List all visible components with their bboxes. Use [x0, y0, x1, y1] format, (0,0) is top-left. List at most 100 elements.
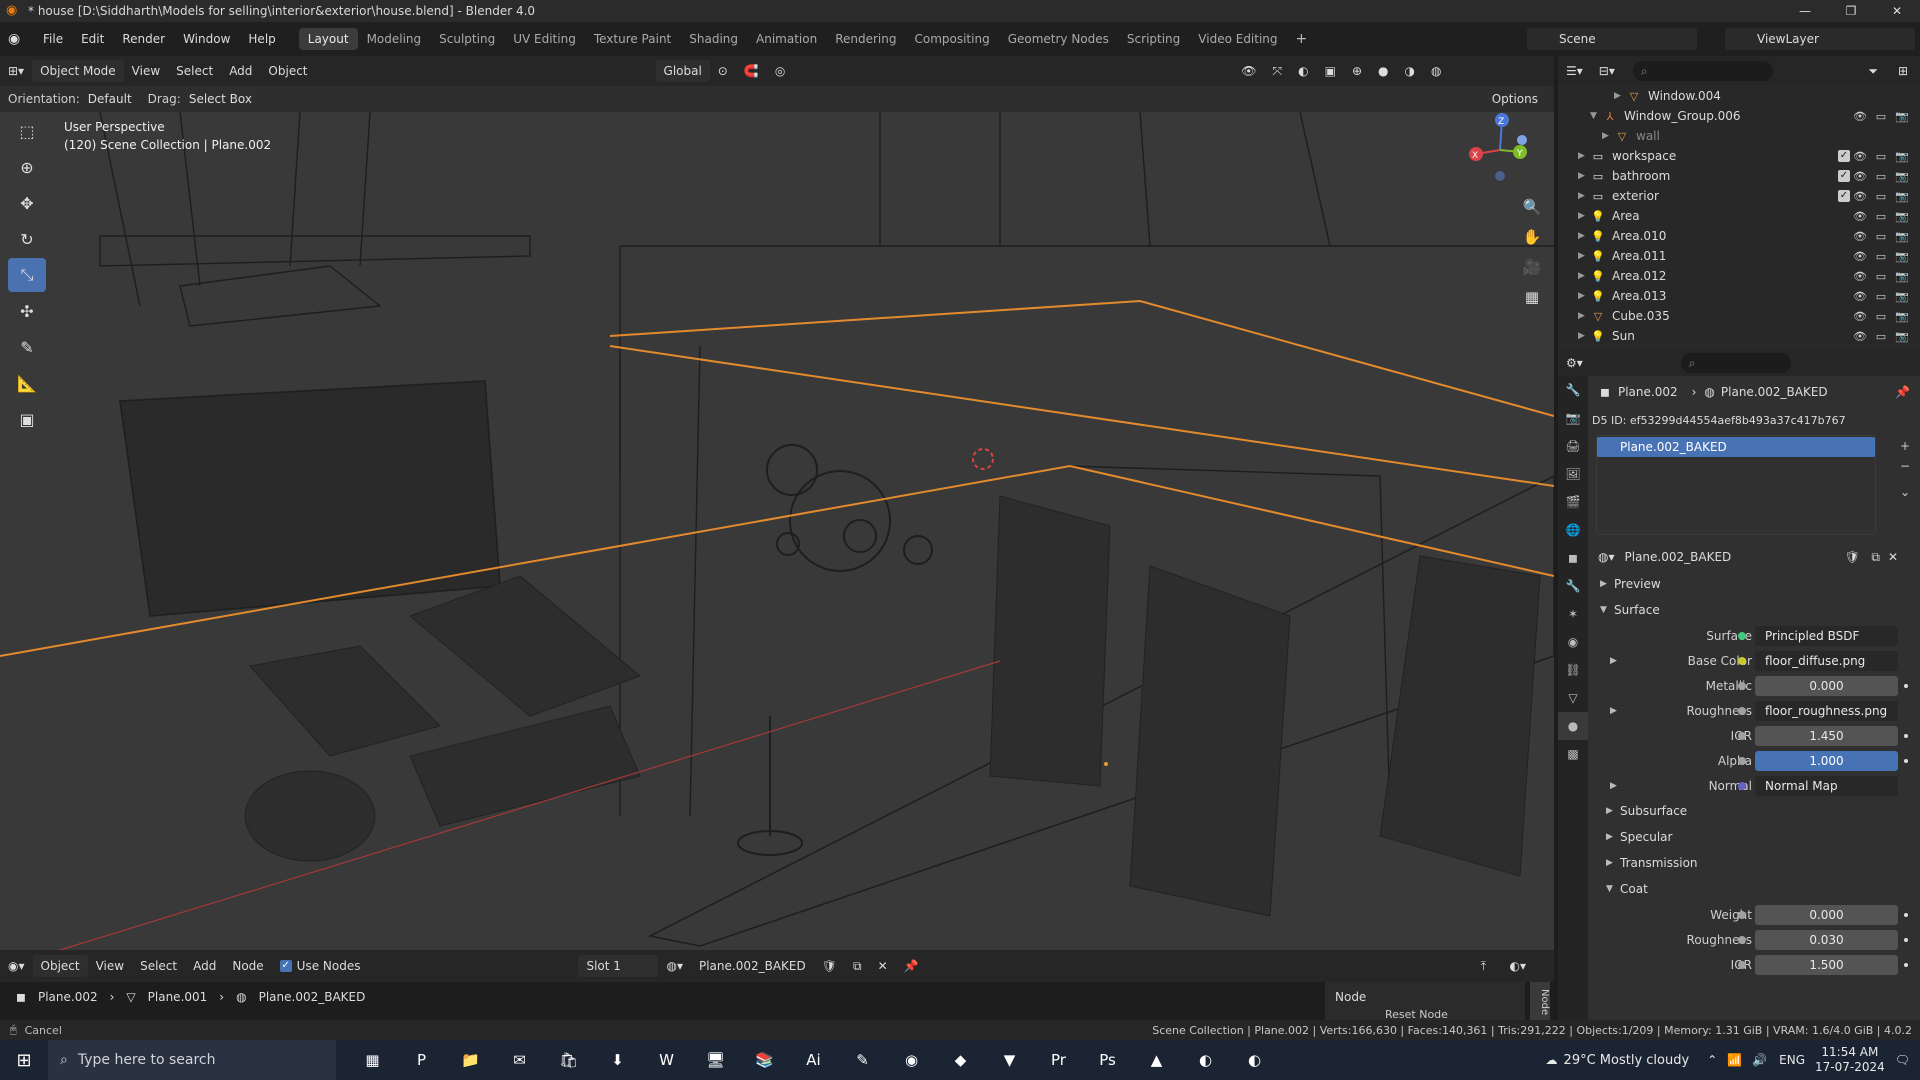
slot-dropdown[interactable]: Slot 1	[578, 955, 659, 977]
keyframe-dot-icon[interactable]	[1904, 912, 1908, 917]
taskbar-app-icon[interactable]: 🖥	[691, 1040, 740, 1080]
subsection-header[interactable]: ▶ Transmission	[1592, 850, 1920, 876]
shader-editor-type-icon[interactable]: ◉▾	[0, 955, 33, 977]
visibility-eye-icon[interactable]: 👁	[1852, 190, 1868, 203]
subsection-header[interactable]: ▶ Subsurface	[1592, 798, 1920, 824]
viewport-disable-icon[interactable]: ▭	[1873, 150, 1889, 163]
outliner-item-name[interactable]: Area	[1612, 209, 1640, 223]
visibility-eye-icon[interactable]: 👁	[1852, 250, 1868, 263]
data-tab-icon[interactable]: ▽	[1558, 684, 1588, 712]
taskbar-app-icon[interactable]: ◆	[936, 1040, 985, 1080]
subsection-header[interactable]: ▶ Specular	[1592, 824, 1920, 850]
outliner-row[interactable]: ▶ ▽ Cube.035 👁 ▭ 📷	[1558, 306, 1920, 326]
outliner-item-name[interactable]: Area.012	[1612, 269, 1666, 283]
property-value-field[interactable]: 0.030	[1755, 929, 1898, 950]
wireframe-shading-icon[interactable]: ⊕	[1344, 60, 1370, 82]
viewport-disable-icon[interactable]: ▭	[1873, 170, 1889, 183]
material-browse-icon[interactable]: ◍▾	[658, 955, 691, 977]
outliner-item-name[interactable]: Area.013	[1612, 289, 1666, 303]
outliner-item-name[interactable]: Cube.035	[1612, 309, 1670, 323]
property-value-field[interactable]: Normal Map	[1755, 775, 1898, 796]
taskbar-app-icon[interactable]: ✉	[495, 1040, 544, 1080]
socket-icon[interactable]	[1738, 782, 1746, 790]
viewport-disable-icon[interactable]: ▭	[1873, 210, 1889, 223]
shader-overlay-icon[interactable]: ◐▾	[1502, 955, 1535, 977]
taskbar-app-icon[interactable]: P	[397, 1040, 446, 1080]
tab-video-editing[interactable]: Video Editing	[1189, 28, 1286, 50]
move-tool-icon[interactable]: ✥	[8, 186, 46, 220]
physics-tab-icon[interactable]: ◉	[1558, 628, 1588, 656]
menu-select[interactable]: Select	[168, 60, 221, 82]
property-value-field[interactable]: 1.500	[1755, 954, 1898, 975]
material-shading-icon[interactable]: ◑	[1397, 60, 1423, 82]
visibility-eye-icon[interactable]: 👁	[1852, 150, 1868, 163]
keyframe-dot-icon[interactable]	[1904, 758, 1908, 763]
orientation-dropdown[interactable]: Default	[80, 88, 140, 110]
taskbar-app-icon[interactable]: 🛍	[544, 1040, 593, 1080]
properties-editor-icon[interactable]: ⚙▾	[1558, 352, 1591, 374]
expand-arrow-icon[interactable]: ▼	[1590, 111, 1602, 121]
browse-material-icon[interactable]: ◍▾	[1598, 550, 1615, 564]
expand-arrow-icon[interactable]: ▶	[1610, 781, 1617, 791]
editor-type-icon[interactable]: ⊞▾	[0, 60, 32, 82]
proportional-edit-icon[interactable]: ◎	[767, 60, 793, 82]
exclude-checkbox[interactable]: ✓	[1838, 170, 1850, 182]
outliner-item-name[interactable]: Area.011	[1612, 249, 1666, 263]
viewport-scene[interactable]	[0, 56, 1554, 950]
taskbar-app-icon[interactable]: W	[642, 1040, 691, 1080]
shader-menu-select[interactable]: Select	[132, 955, 185, 977]
outliner-search-input[interactable]: ⌕	[1632, 61, 1773, 81]
close-button[interactable]: ✕	[1874, 0, 1920, 22]
socket-icon[interactable]	[1738, 657, 1746, 665]
taskbar-search-input[interactable]: ⌕ Type here to search	[48, 1040, 336, 1080]
outliner-item-name[interactable]: Area.010	[1612, 229, 1666, 243]
shader-material-name[interactable]: Plane.002_BAKED	[691, 955, 814, 977]
expand-arrow-icon[interactable]: ▶	[1578, 291, 1590, 301]
keyframe-dot-icon[interactable]	[1904, 683, 1908, 688]
select-box-tool-icon[interactable]: ⬚	[8, 114, 46, 148]
expand-arrow-icon[interactable]: ▶	[1578, 231, 1590, 241]
tab-scripting[interactable]: Scripting	[1118, 28, 1189, 50]
viewport-disable-icon[interactable]: ▭	[1873, 310, 1889, 323]
taskbar-app-icon[interactable]: ▦	[348, 1040, 397, 1080]
viewport-disable-icon[interactable]: ▭	[1873, 290, 1889, 303]
notifications-icon[interactable]: 🗨	[1895, 1053, 1910, 1067]
tab-geometry-nodes[interactable]: Geometry Nodes	[999, 28, 1118, 50]
tab-layout[interactable]: Layout	[298, 28, 358, 50]
outliner-item-name[interactable]: exterior	[1612, 189, 1659, 203]
visibility-eye-icon[interactable]: 👁	[1852, 270, 1868, 283]
solid-shading-icon[interactable]: ●	[1370, 60, 1396, 82]
keyframe-dot-icon[interactable]	[1904, 733, 1908, 738]
property-value-field[interactable]: 1.000	[1755, 750, 1898, 771]
outliner-row[interactable]: ▶ ▭ workspace ✓ 👁 ▭ 📷	[1558, 146, 1920, 166]
drag-dropdown[interactable]: Select Box	[180, 88, 260, 110]
render-camera-icon[interactable]: 📷	[1894, 150, 1910, 163]
socket-icon[interactable]	[1738, 732, 1746, 740]
new-collection-icon[interactable]: ⊞	[1890, 60, 1916, 82]
use-nodes-checkbox[interactable]: ✓ Use Nodes	[272, 955, 369, 977]
socket-icon[interactable]	[1738, 682, 1746, 690]
measure-tool-icon[interactable]: 📐	[8, 366, 46, 400]
taskbar-app-icon[interactable]: ◉	[887, 1040, 936, 1080]
unlink-material-icon[interactable]: ✕	[1888, 550, 1898, 564]
outliner-item-name[interactable]: workspace	[1612, 149, 1676, 163]
visibility-eye-icon[interactable]: 👁	[1852, 330, 1868, 343]
keyframe-dot-icon[interactable]	[1904, 962, 1908, 967]
visibility-eye-icon[interactable]: 👁	[1852, 290, 1868, 303]
ortho-grid-icon[interactable]: ▦	[1517, 282, 1547, 312]
property-value-field[interactable]: floor_roughness.png	[1755, 700, 1898, 721]
add-workspace-button[interactable]: +	[1287, 28, 1317, 50]
taskbar-app-icon[interactable]: ◐	[1181, 1040, 1230, 1080]
viewport-disable-icon[interactable]: ▭	[1873, 110, 1889, 123]
texture-tab-icon[interactable]: ▩	[1558, 740, 1588, 768]
visibility-eye-icon[interactable]: 👁	[1852, 310, 1868, 323]
object-tab-icon[interactable]: ◼	[1558, 544, 1588, 572]
shader-menu-add[interactable]: Add	[185, 955, 224, 977]
viewport-disable-icon[interactable]: ▭	[1873, 190, 1889, 203]
overlay-toggle-icon[interactable]: ◐	[1290, 60, 1316, 82]
taskbar-app-icon[interactable]: ▲	[1132, 1040, 1181, 1080]
socket-icon[interactable]	[1738, 936, 1746, 944]
outliner-row[interactable]: ▶ 💡 Area.010 👁 ▭ 📷	[1558, 226, 1920, 246]
xray-toggle-icon[interactable]: ▣	[1317, 60, 1344, 82]
slot-menu-icon[interactable]: ⌄	[1900, 485, 1910, 499]
